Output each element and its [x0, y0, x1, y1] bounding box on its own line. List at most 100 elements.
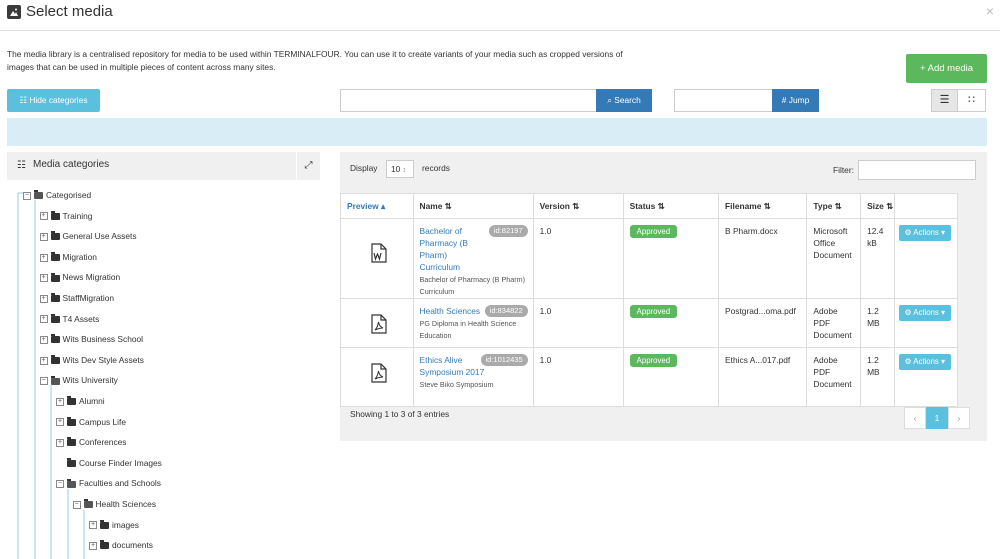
category-item[interactable]: + General Use Assets: [39, 229, 137, 243]
filename-cell: B Pharm.docx: [718, 218, 808, 299]
category-item[interactable]: + Wits Dev Style Assets: [39, 353, 144, 367]
category-label: documents: [112, 540, 153, 551]
category-item[interactable]: − Wits University: [39, 373, 118, 387]
media-name-link[interactable]: Health Sciences: [420, 305, 490, 317]
expand-tree-icon[interactable]: +: [56, 397, 64, 406]
category-item[interactable]: + documents: [89, 538, 153, 552]
category-item[interactable]: − Faculties and Schools: [56, 476, 161, 490]
folder-open-icon: [83, 499, 93, 509]
expand-tree-icon[interactable]: +: [56, 418, 64, 427]
col-header-filename[interactable]: Filename ⇅: [718, 193, 808, 219]
category-label: Wits Business School: [62, 334, 144, 345]
collapse-icon[interactable]: −: [72, 500, 81, 509]
media-description: Bachelor of Pharmacy (B Pharm) Curriculu…: [419, 275, 526, 296]
folder-icon: [50, 313, 60, 323]
folder-icon: [50, 355, 60, 365]
type-cell: Adobe PDF Document: [806, 347, 862, 407]
expand-tree-icon[interactable]: +: [39, 315, 48, 324]
list-view-icon[interactable]: ☰: [931, 89, 958, 112]
records-length-value: 10: [391, 164, 401, 174]
add-media-button[interactable]: + Add media: [906, 54, 987, 83]
category-label: General Use Assets: [62, 231, 137, 242]
status-cell: Approved: [622, 347, 720, 407]
grid-view-icon[interactable]: ∷: [957, 89, 986, 112]
image-icon: [7, 5, 21, 19]
gear-icon: ⚙: [904, 357, 914, 366]
gear-icon: ⚙: [904, 228, 914, 237]
col-header-version[interactable]: Version ⇅: [532, 193, 624, 219]
expand-tree-icon[interactable]: +: [89, 521, 97, 530]
jump-button[interactable]: # Jump: [772, 89, 819, 112]
version-cell: 1.0: [532, 218, 624, 299]
category-item[interactable]: + StaffMigration: [39, 291, 114, 305]
search-button[interactable]: ⌕ Search: [596, 89, 652, 112]
expand-tree-icon[interactable]: +: [39, 335, 48, 344]
media-description: PG Diploma in Health Science Education: [419, 319, 517, 340]
table-row[interactable]: Ethics Alive Symposium 2017 id:1012435 Ste…: [340, 347, 959, 407]
expand-tree-icon[interactable]: +: [39, 274, 48, 283]
category-item[interactable]: + T4 Assets: [39, 312, 99, 326]
table-row[interactable]: Health Sciences id:834822 PG Diploma in He…: [340, 298, 959, 348]
gear-icon: ⚙: [904, 308, 914, 317]
category-item[interactable]: + Alumni: [56, 394, 105, 408]
categories-title: Media categories: [33, 159, 110, 170]
col-header-status[interactable]: Status ⇅: [622, 193, 720, 219]
search-input[interactable]: [340, 89, 597, 112]
jump-input[interactable]: [674, 89, 773, 112]
category-item[interactable]: − Categorised: [23, 188, 91, 202]
expand-tree-icon[interactable]: +: [39, 212, 48, 221]
size-cell: 1.2 MB: [860, 347, 895, 407]
pager-page-1[interactable]: 1: [926, 407, 948, 429]
expand-tree-icon[interactable]: +: [39, 356, 48, 365]
actions-button[interactable]: ⚙ Actions ▾: [898, 305, 951, 321]
filter-input[interactable]: [858, 160, 976, 180]
categories-panel: ☷ Media categories ⤢ − Categorised + Traini…: [7, 152, 320, 559]
collapse-icon[interactable]: −: [23, 191, 31, 200]
version-cell: 1.0: [532, 347, 624, 407]
category-label: Course Finder Images: [79, 457, 162, 468]
category-item[interactable]: + images: [89, 518, 139, 532]
filter-label: Filter:: [833, 165, 854, 175]
records-length-select[interactable]: 10 ↕: [386, 160, 414, 178]
col-header-name[interactable]: Name ⇅: [412, 193, 534, 219]
collapse-icon[interactable]: −: [39, 377, 48, 386]
close-icon[interactable]: ×: [986, 3, 994, 19]
pdf-document-icon: [371, 314, 387, 334]
filename-cell: Ethics A...017.pdf: [718, 347, 808, 407]
table-row[interactable]: Bachelor of Pharmacy (B Pharm) Curriculu…: [340, 218, 959, 299]
col-header-type[interactable]: Type ⇅: [806, 193, 862, 219]
col-header-size[interactable]: Size ⇅: [860, 193, 895, 219]
category-item[interactable]: + Migration: [39, 250, 97, 264]
media-name-link[interactable]: Ethics Alive Symposium 2017: [420, 354, 490, 378]
info-bar: [7, 118, 987, 146]
category-item[interactable]: + Wits Business School: [39, 332, 144, 346]
hide-categories-button[interactable]: ☷ Hide categories: [7, 89, 100, 112]
actions-cell: ⚙ Actions ▾: [893, 298, 959, 348]
hide-categories-label: Hide categories: [29, 95, 88, 105]
expand-tree-icon[interactable]: +: [56, 438, 64, 447]
category-item[interactable]: + Conferences: [56, 435, 127, 449]
category-item[interactable]: − Health Sciences: [72, 497, 156, 511]
collapse-icon[interactable]: −: [56, 480, 64, 489]
expand-tree-icon[interactable]: +: [39, 253, 48, 262]
category-item[interactable]: + News Migration: [39, 270, 120, 284]
pager-next[interactable]: ›: [948, 407, 970, 429]
name-cell: Health Sciences id:834822 PG Diploma in He…: [412, 298, 534, 348]
expand-tree-icon[interactable]: +: [39, 294, 48, 303]
actions-button[interactable]: ⚙ Actions ▾: [898, 225, 951, 241]
size-cell: 12.4 kB: [860, 218, 895, 299]
actions-button[interactable]: ⚙ Actions ▾: [898, 354, 951, 370]
category-item[interactable]: + Campus Life: [56, 415, 126, 429]
expand-tree-icon[interactable]: +: [89, 541, 97, 550]
expand-icon[interactable]: ⤢: [296, 152, 320, 180]
display-label: Display: [350, 163, 378, 173]
col-header-preview[interactable]: Preview ▴: [340, 193, 414, 219]
category-label: Faculties and Schools: [79, 478, 161, 489]
pager-prev[interactable]: ‹: [904, 407, 926, 429]
expand-tree-icon[interactable]: +: [39, 232, 48, 241]
intro-text: The media library is a centralised repos…: [7, 49, 623, 72]
folder-icon: [50, 252, 60, 262]
media-name-link[interactable]: Bachelor of Pharmacy (B Pharm) Curriculu…: [420, 225, 490, 273]
category-item[interactable]: + Training: [39, 209, 92, 223]
category-item[interactable]: Course Finder Images: [56, 456, 162, 470]
